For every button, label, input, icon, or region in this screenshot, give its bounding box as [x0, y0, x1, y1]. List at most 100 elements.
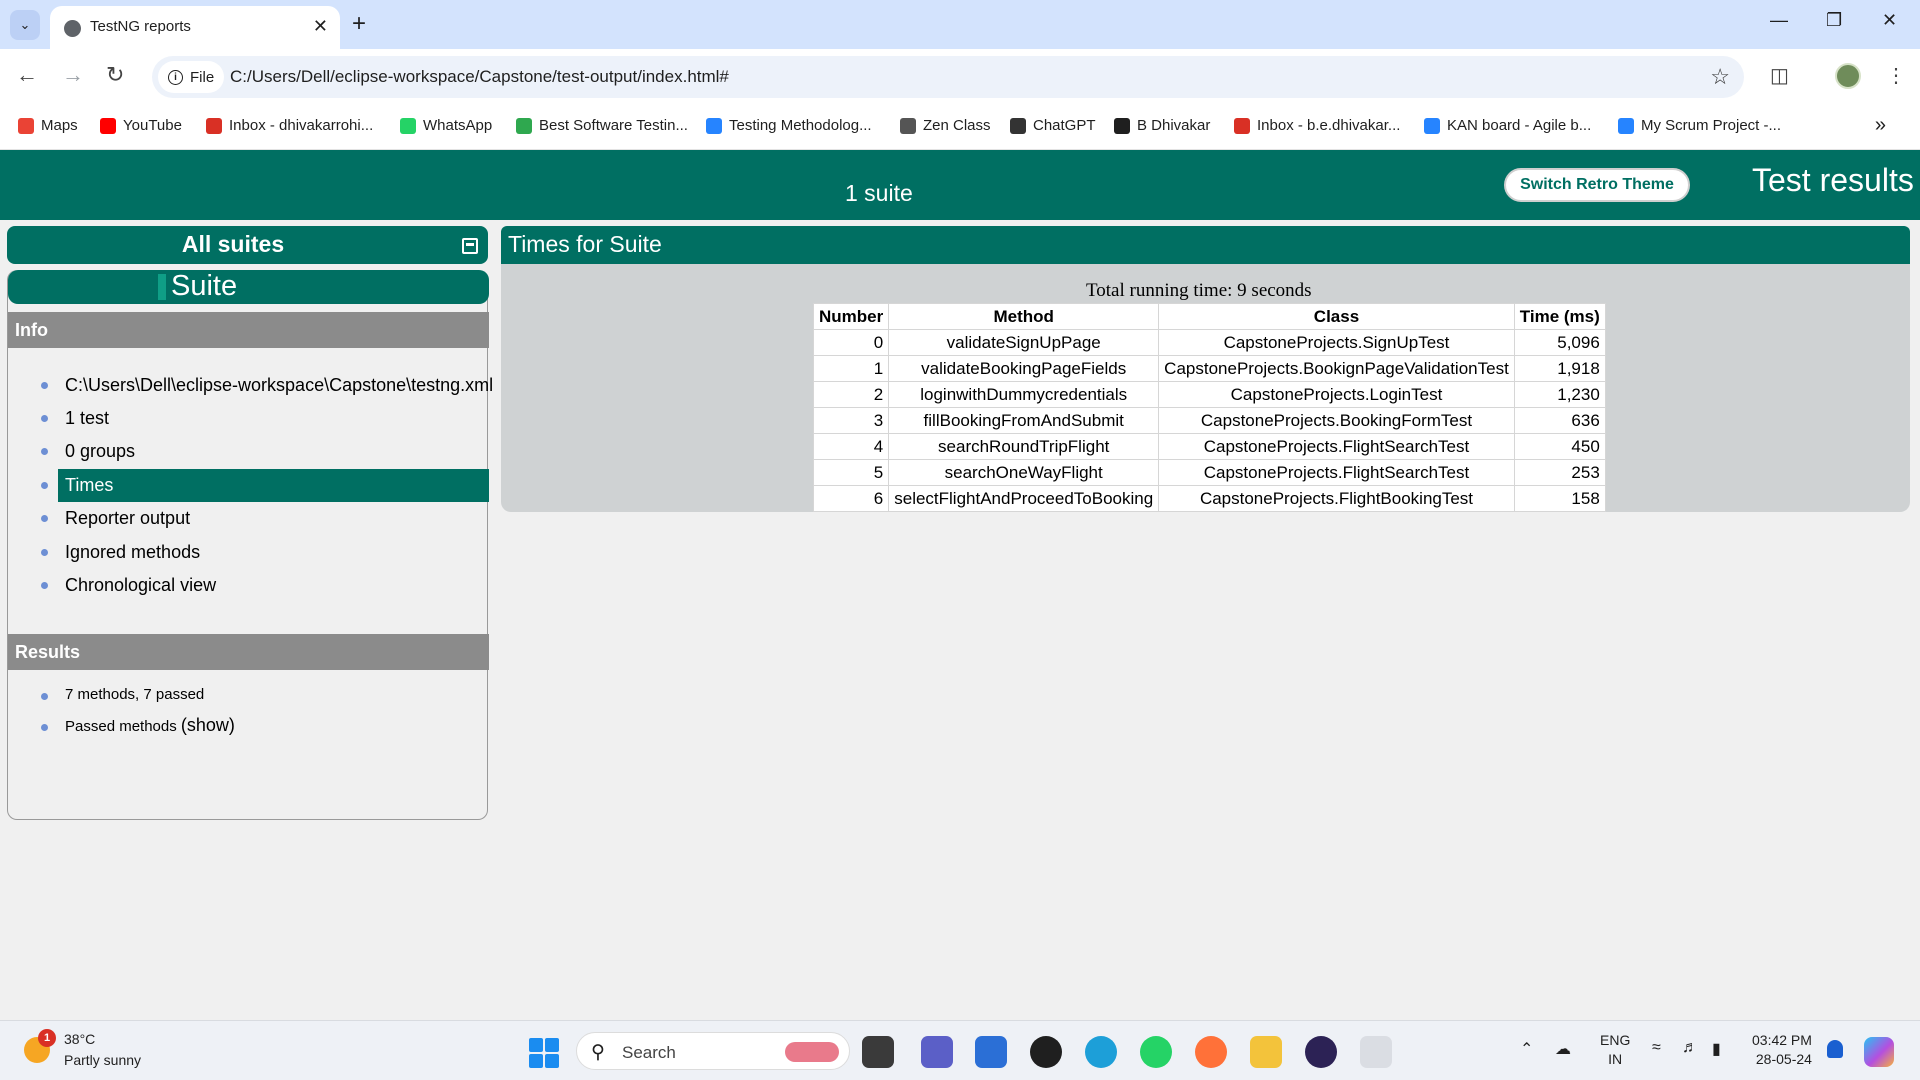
copilot-icon[interactable] — [1864, 1037, 1894, 1067]
clock-date: 28-05-24 — [1755, 1051, 1812, 1067]
dell-icon[interactable] — [1030, 1036, 1062, 1068]
times-heading: Times for Suite — [501, 226, 1910, 264]
bookmark-item[interactable]: My Scrum Project -... — [1618, 117, 1781, 134]
total-running-time: Total running time: 9 seconds — [1086, 280, 1312, 301]
bookmark-item[interactable]: Maps — [18, 117, 78, 134]
cell-method: validateSignUpPage — [888, 329, 1160, 356]
table-row: 1 validateBookingPageFields CapstoneProjec… — [812, 355, 1606, 382]
bookmark-label: KAN board - Agile b... — [1447, 117, 1592, 134]
all-suites-header[interactable]: All suites — [7, 226, 488, 264]
volume-icon[interactable]: ♬ — [1682, 1039, 1698, 1057]
weather-description[interactable]: Partly sunny — [64, 1052, 141, 1068]
close-tab-icon[interactable]: ✕ — [313, 16, 328, 37]
cell-class: CapstoneProjects.FlightSearchTest — [1158, 433, 1515, 460]
windows-taskbar: 1 38°C Partly sunny ⚲ Search ⌃ ☁ ENG IN … — [0, 1020, 1920, 1080]
info-item-testng-xml[interactable]: C:\Users\Dell\eclipse-workspace\Capstone… — [58, 369, 493, 402]
whatsapp-icon[interactable] — [1140, 1036, 1172, 1068]
info-item-times[interactable]: Times — [58, 469, 489, 502]
site-8-icon — [516, 117, 532, 134]
cell-time: 253 — [1513, 459, 1606, 486]
browser-toolbar: ← → ↻ i File C:/Users/Dell/eclipse-works… — [0, 49, 1920, 104]
bullet-icon — [41, 415, 48, 422]
weather-temperature[interactable]: 38°C — [64, 1031, 95, 1047]
url-text[interactable]: C:/Users/Dell/eclipse-workspace/Capstone… — [230, 67, 729, 87]
close-window-icon[interactable]: ✕ — [1882, 10, 1897, 31]
back-icon[interactable]: ← — [16, 63, 38, 87]
bookmark-item[interactable]: YouTube — [100, 117, 182, 134]
info-item-groups[interactable]: 0 groups — [58, 435, 489, 468]
microsoft-store-icon[interactable] — [975, 1036, 1007, 1068]
cell-number: 2 — [812, 381, 890, 408]
profile-avatar[interactable] — [1835, 63, 1861, 89]
jira-diamond-icon — [706, 117, 722, 134]
cell-time: 1,230 — [1513, 381, 1606, 408]
reload-icon[interactable]: ↻ — [106, 63, 124, 87]
restore-icon[interactable]: ❐ — [1826, 10, 1842, 31]
cell-method: searchOneWayFlight — [888, 459, 1160, 486]
more-menu-icon[interactable]: ⋮ — [1886, 63, 1906, 88]
bookmark-item[interactable]: Inbox - b.e.dhivakar... — [1234, 117, 1400, 134]
bookmark-item[interactable]: Zen Class — [900, 117, 991, 134]
battery-icon[interactable]: ▮ — [1712, 1039, 1721, 1059]
address-bar[interactable]: i File C:/Users/Dell/eclipse-workspace/C… — [152, 56, 1744, 98]
notification-bell-icon[interactable] — [1827, 1040, 1843, 1058]
cell-class: CapstoneProjects.BookignPageValidationTe… — [1158, 355, 1515, 382]
bookmark-item[interactable]: B Dhivakar — [1114, 117, 1210, 134]
bookmark-item[interactable]: Testing Methodolog... — [706, 117, 872, 134]
bookmark-item[interactable]: WhatsApp — [400, 117, 492, 134]
site-info-chip[interactable]: i File — [158, 61, 224, 93]
bookmark-label: WhatsApp — [423, 117, 493, 134]
info-item-reporter-output[interactable]: Reporter output — [58, 502, 489, 535]
collapse-icon[interactable] — [462, 238, 478, 254]
bookmark-label: YouTube — [123, 117, 182, 134]
minimize-icon[interactable]: — — [1770, 10, 1788, 31]
cell-class: CapstoneProjects.FlightBookingTest — [1158, 485, 1515, 512]
bullet-icon — [41, 482, 48, 489]
browser-tab[interactable]: TestNG reports ✕ — [50, 6, 340, 49]
bookmark-item[interactable]: Inbox - dhivakarrohi... — [206, 117, 373, 134]
bookmark-label: Inbox - dhivakarrohi... — [229, 117, 374, 134]
taskbar-search[interactable]: ⚲ Search — [576, 1032, 850, 1070]
chrome-icon[interactable] — [1360, 1036, 1392, 1068]
info-item-tests[interactable]: 1 test — [58, 402, 489, 435]
teams-icon[interactable] — [921, 1036, 953, 1068]
bullet-icon — [41, 582, 48, 589]
gmail-icon — [206, 117, 222, 134]
globe-icon — [64, 20, 81, 37]
bookmark-item[interactable]: ChatGPT — [1010, 117, 1096, 134]
table-row: 3 fillBookingFromAndSubmit CapstoneProject… — [812, 407, 1606, 434]
firefox-icon[interactable] — [1195, 1036, 1227, 1068]
weather-alert-badge: 1 — [38, 1029, 56, 1047]
bookmark-label: B Dhivakar — [1137, 117, 1211, 134]
bookmark-star-icon[interactable]: ☆ — [1710, 64, 1730, 90]
bookmark-label: Maps — [41, 117, 78, 134]
forward-icon[interactable]: → — [62, 63, 84, 87]
extensions-icon[interactable]: ◫ — [1770, 63, 1789, 88]
bookmark-item[interactable]: Best Software Testin... — [516, 117, 688, 134]
show-hidden-icons-chevron-icon[interactable]: ⌃ — [1520, 1039, 1533, 1059]
file-explorer-icon[interactable] — [1250, 1036, 1282, 1068]
suite-header[interactable]: Suite — [8, 270, 489, 304]
tab-title: TestNG reports — [90, 18, 191, 35]
switch-retro-theme-button[interactable]: Switch Retro Theme — [1504, 168, 1690, 202]
eclipse-icon[interactable] — [1305, 1036, 1337, 1068]
language-indicator[interactable]: ENG IN — [1600, 1031, 1630, 1069]
wifi-icon[interactable]: ≈ — [1652, 1039, 1661, 1057]
zen-class-icon — [900, 117, 916, 134]
tab-search-chevron-icon[interactable]: ⌄ — [10, 10, 40, 40]
info-icon: i — [168, 69, 183, 85]
info-item-chronological-view[interactable]: Chronological view — [58, 569, 489, 602]
task-view-icon[interactable] — [862, 1036, 894, 1068]
system-clock[interactable]: 03:42 PM 28-05-24 — [1752, 1031, 1812, 1069]
bookmark-item[interactable]: KAN board - Agile b... — [1424, 117, 1591, 134]
onedrive-cloud-icon[interactable]: ☁ — [1555, 1039, 1571, 1059]
more-bookmarks-icon[interactable]: » — [1875, 114, 1886, 137]
table-row: 5 searchOneWayFlight CapstoneProjects.Flig… — [812, 459, 1606, 486]
edge-icon[interactable] — [1085, 1036, 1117, 1068]
show-passed-methods-link[interactable]: (show) — [181, 715, 235, 735]
whatsapp-icon — [400, 117, 416, 134]
info-item-ignored-methods[interactable]: Ignored methods — [58, 536, 489, 569]
windows-start-icon[interactable] — [529, 1038, 559, 1068]
new-tab-icon[interactable]: + — [352, 10, 366, 38]
column-header: Class — [1158, 303, 1515, 330]
